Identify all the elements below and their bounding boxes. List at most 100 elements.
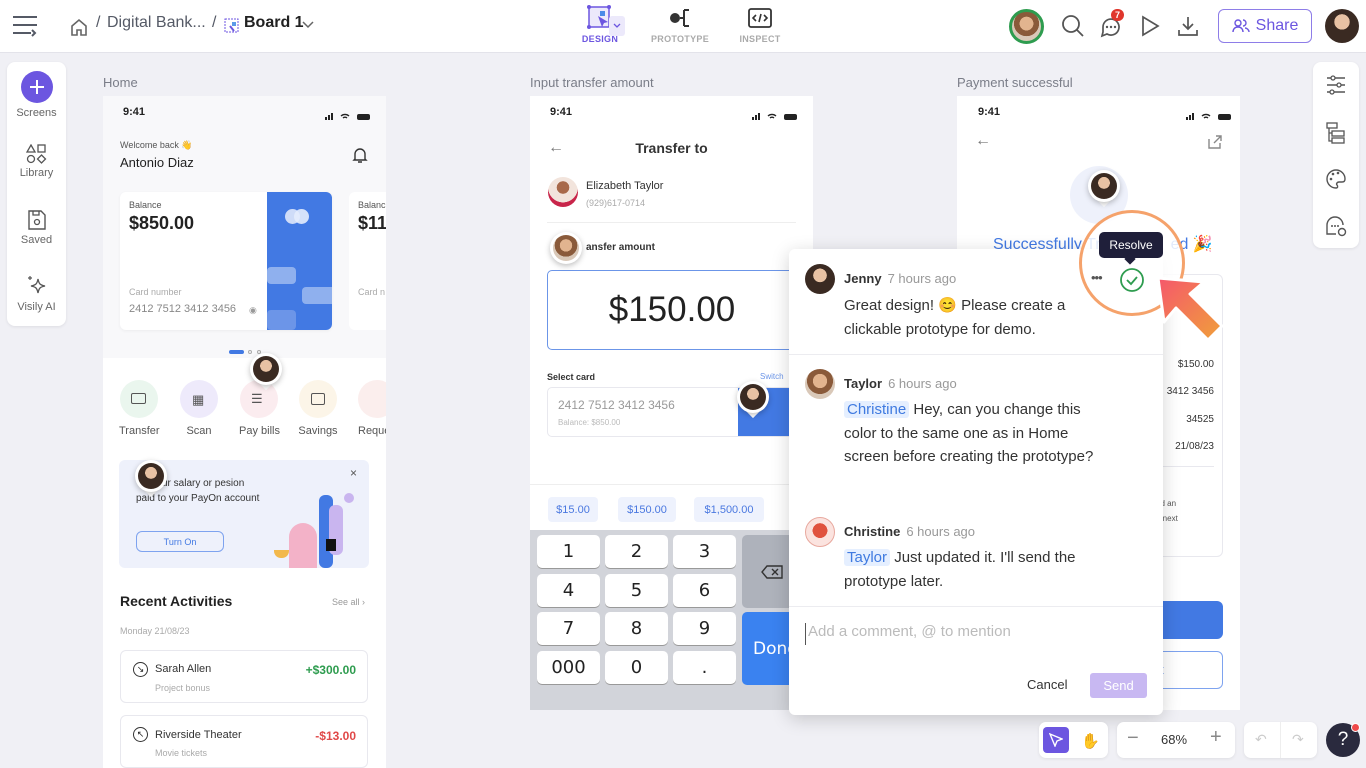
tab-design[interactable]: DESIGN	[560, 4, 640, 44]
more-options-icon[interactable]: •••	[1091, 270, 1103, 285]
breadcrumb-board[interactable]: Board 1	[244, 14, 304, 32]
activity-item[interactable]: ↘ Sarah Allen Project bonus +$300.00	[120, 650, 368, 703]
keypad-key[interactable]: 000	[537, 651, 600, 684]
quick-amount-chip[interactable]: $1,500.00	[694, 497, 764, 522]
keypad-key[interactable]: 8	[605, 612, 668, 645]
plus-icon	[20, 71, 53, 103]
turn-on-button[interactable]: Turn On	[136, 531, 224, 552]
user-name: Antonio Diaz	[120, 155, 194, 170]
quick-action-savings[interactable]: Savings	[298, 380, 338, 437]
keypad-key[interactable]: 4	[537, 574, 600, 607]
comment-pin[interactable]	[1088, 170, 1120, 208]
keypad-key[interactable]: 3	[673, 535, 736, 568]
zoom-out-button[interactable]: −	[1127, 727, 1139, 750]
amount-label: ansfer amount	[586, 242, 655, 253]
share-button[interactable]: Share	[1218, 9, 1312, 43]
recipient-phone: (929)617-0714	[586, 198, 646, 208]
user-avatar[interactable]	[1325, 9, 1359, 43]
tab-prototype[interactable]: PROTOTYPE	[640, 4, 720, 44]
hand-tool-icon[interactable]: ✋	[1081, 732, 1100, 750]
sidebar-item-visily-ai[interactable]: Visily AI	[7, 274, 66, 313]
quick-action-scan[interactable]: Scan	[179, 380, 219, 437]
switch-link[interactable]: Switch	[760, 372, 784, 381]
sidebar-item-library[interactable]: Library	[7, 143, 66, 179]
keypad-key[interactable]: 2	[605, 535, 668, 568]
menu-icon[interactable]	[12, 13, 38, 37]
card-balance: Balance: $850.00	[558, 418, 621, 427]
save-icon	[27, 210, 46, 230]
sidebar-label: Screens	[16, 107, 57, 119]
card-number-label: Card number	[129, 287, 182, 297]
quick-action-label: Savings	[298, 425, 338, 437]
layers-icon[interactable]	[1326, 122, 1346, 144]
keypad-key[interactable]: 6	[673, 574, 736, 607]
download-icon[interactable]	[1177, 15, 1199, 37]
comment-pin[interactable]	[250, 353, 282, 391]
mention-tag[interactable]: Taylor	[844, 549, 891, 566]
comment-settings-icon[interactable]	[1324, 214, 1348, 238]
tab-inspect[interactable]: INSPECT	[720, 4, 800, 44]
balance-value: $850.00	[129, 213, 195, 233]
quick-action-request[interactable]: Reque	[358, 380, 386, 437]
keypad-key[interactable]: 1	[537, 535, 600, 568]
keypad-key[interactable]: 5	[605, 574, 668, 607]
frame-label-transfer[interactable]: Input transfer amount	[530, 75, 654, 90]
chevron-down-icon[interactable]	[302, 20, 314, 30]
comment-pin[interactable]	[135, 460, 167, 498]
status-time: 9:41	[978, 106, 1001, 118]
balance-card[interactable]: Balance $850.00 Card number 2412 7512 34…	[120, 192, 332, 330]
sidebar-item-saved[interactable]: Saved	[7, 209, 66, 246]
zoom-level[interactable]: 68%	[1161, 732, 1187, 747]
mention-tag[interactable]: Christine	[844, 401, 910, 418]
quick-action-label: Reque	[358, 425, 386, 437]
activity-date: Monday 21/08/23	[120, 626, 190, 636]
tool-selector: ✋	[1039, 722, 1108, 758]
search-icon[interactable]	[1061, 14, 1085, 38]
keypad-key[interactable]: 7	[537, 612, 600, 645]
card-icon	[131, 393, 146, 404]
home-icon[interactable]	[69, 17, 89, 37]
collaborator-avatar[interactable]	[1009, 9, 1044, 44]
breadcrumb-project[interactable]: Digital Bank...	[107, 14, 206, 32]
keypad-key[interactable]: .	[673, 651, 736, 684]
keypad-key[interactable]: 9	[673, 612, 736, 645]
eye-icon[interactable]: ◉	[249, 305, 257, 316]
back-arrow-icon[interactable]: ←	[975, 132, 991, 150]
status-time: 9:41	[550, 106, 573, 118]
keypad-key[interactable]: 0	[605, 651, 668, 684]
close-icon[interactable]: ×	[350, 466, 357, 480]
board-icon	[224, 18, 239, 33]
comment-pin[interactable]	[550, 232, 582, 270]
cancel-button[interactable]: Cancel	[1027, 677, 1067, 692]
frame-label-payment[interactable]: Payment successful	[957, 75, 1073, 90]
comment-author: Jenny	[844, 271, 882, 286]
comment-input[interactable]: Add a comment, @ to mention	[805, 623, 1145, 645]
see-all-link[interactable]: See all ›	[332, 597, 365, 607]
undo-icon[interactable]: ↶	[1255, 731, 1267, 748]
quick-action-transfer[interactable]: Transfer	[119, 380, 160, 437]
frame-label-home[interactable]: Home	[103, 75, 138, 90]
comments-count-badge: 7	[1111, 9, 1125, 21]
card-art	[267, 192, 332, 330]
left-sidebar: Screens Library Saved Visily AI	[7, 62, 66, 326]
play-icon[interactable]	[1140, 15, 1160, 37]
amount-input[interactable]: $150.00	[547, 270, 807, 350]
sliders-icon[interactable]	[1325, 74, 1347, 96]
design-mode-dropdown[interactable]	[609, 16, 625, 36]
send-button[interactable]: Send	[1090, 673, 1147, 698]
sidebar-item-screens[interactable]: Screens	[7, 71, 66, 119]
zoom-in-button[interactable]: +	[1210, 726, 1222, 749]
redo-icon[interactable]: ↷	[1292, 731, 1304, 748]
activity-item[interactable]: ↖ Riverside Theater Movie tickets -$13.0…	[120, 715, 368, 768]
palette-icon[interactable]	[1325, 168, 1347, 190]
select-tool-icon[interactable]	[1043, 727, 1069, 753]
quick-amount-chip[interactable]: $150.00	[618, 497, 676, 522]
comment-pin[interactable]	[737, 381, 769, 419]
bell-icon[interactable]	[352, 146, 368, 164]
quick-amount-chip[interactable]: $15.00	[548, 497, 598, 522]
share-out-icon[interactable]	[1207, 134, 1223, 155]
comment-time: 7 hours ago	[887, 271, 957, 286]
resolve-check-icon[interactable]	[1119, 267, 1145, 298]
activity-sub: Project bonus	[155, 683, 211, 693]
balance-card-2[interactable]: Balanc $115 Card n	[349, 192, 386, 330]
